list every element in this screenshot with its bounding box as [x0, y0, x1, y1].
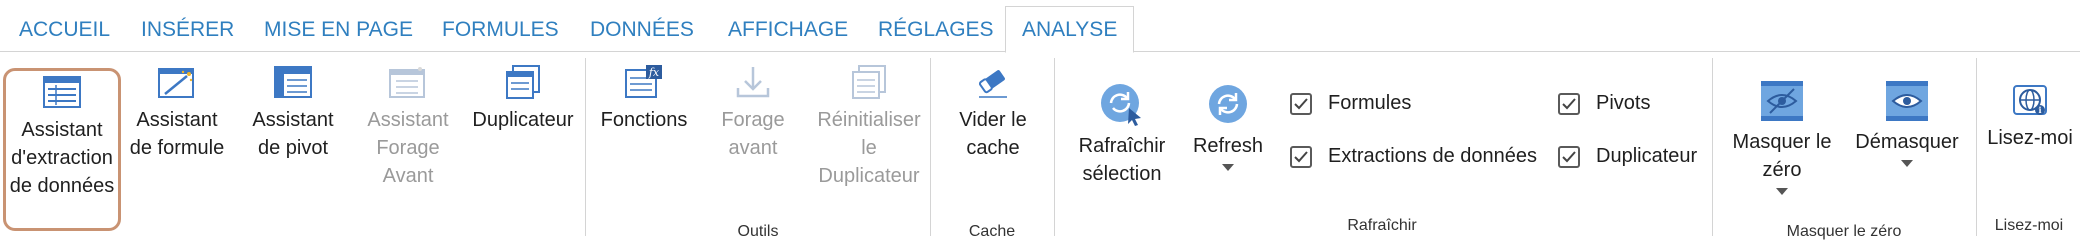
chevron-down-icon: [1901, 160, 1913, 167]
group-divider: [1976, 58, 1977, 236]
group-label-outils: Outils: [737, 223, 779, 240]
group-label-lisez-moi: Lisez-moi: [1994, 217, 2064, 234]
svg-text:fx: fx: [648, 66, 660, 79]
group-divider: [1054, 58, 1055, 236]
hide-zero-icon: [1761, 81, 1803, 121]
eraser-icon: [978, 70, 1007, 98]
data-extraction-label-1: Assistant: [21, 119, 103, 141]
functions-button[interactable]: fx Fonctions: [596, 64, 692, 134]
refresh-pivots-label: Pivots: [1596, 92, 1651, 114]
formula-wizard-label-1: Assistant: [136, 109, 218, 131]
refresh-formulas-label: Formules: [1328, 92, 1412, 114]
ribbon-tab-bar: ACCUEIL INSÉRER MISE EN PAGE FORMULES DO…: [0, 0, 2080, 53]
functions-label: Fonctions: [600, 109, 688, 131]
checkbox-checked-icon: [1558, 145, 1580, 168]
group-label-cache: Cache: [968, 223, 1016, 240]
group-divider: [930, 58, 931, 236]
clear-cache-label-2: cache: [966, 137, 1020, 159]
unhide-zero-label: Démasquer: [1855, 131, 1959, 153]
pivot-wizard-label-2: de pivot: [257, 137, 329, 159]
pivot-wizard-icon: [274, 66, 312, 98]
hide-zero-label-2: zéro: [1762, 159, 1802, 181]
chevron-down-icon: [1222, 164, 1234, 171]
ribbon-panel: Assistant d'extraction de données Assist…: [0, 52, 2080, 241]
tab-accueil[interactable]: ACCUEIL: [19, 0, 110, 52]
readme-icon: i: [2013, 85, 2047, 115]
hide-zero-label-1: Masquer le: [1732, 131, 1832, 153]
reset-duplicator-label-3: Duplicateur: [818, 165, 920, 187]
pivot-wizard-button[interactable]: Assistant de pivot: [243, 64, 343, 162]
pivot-wizard-label-1: Assistant: [252, 109, 334, 131]
drill-forward-wizard-label-3: Avant: [382, 165, 434, 187]
refresh-icon: [1209, 85, 1247, 123]
drill-forward-wizard-button[interactable]: Assistant Forage Avant: [356, 64, 460, 190]
checkbox-checked-icon: [1290, 92, 1312, 115]
formula-wizard-icon: [158, 68, 194, 98]
unhide-zero-button[interactable]: Démasquer: [1850, 80, 1964, 167]
checkbox-checked-icon: [1558, 92, 1580, 115]
checkbox-checked-icon: [1290, 145, 1312, 168]
refresh-selection-button[interactable]: Rafraîchir sélection: [1070, 82, 1174, 188]
tab-analyse[interactable]: ANALYSE: [1005, 6, 1135, 53]
chevron-down-icon: [1776, 188, 1788, 195]
duplicator-label: Duplicateur: [472, 109, 574, 131]
data-extraction-wizard-button[interactable]: Assistant d'extraction de données: [3, 68, 121, 231]
unhide-zero-icon: [1886, 81, 1928, 121]
clear-cache-button[interactable]: Vider le cache: [940, 64, 1046, 162]
refresh-selection-label-2: sélection: [1082, 163, 1162, 185]
group-label-rafraichir: Rafraîchir: [1347, 217, 1417, 234]
data-extraction-icon: [43, 76, 81, 108]
clear-cache-label-1: Vider le: [959, 109, 1027, 131]
group-label-masquer: Masquer le zéro: [1786, 223, 1902, 240]
tab-formules[interactable]: FORMULES: [442, 0, 559, 52]
tab-mise-en-page[interactable]: MISE EN PAGE: [264, 0, 413, 52]
duplicator-icon: [506, 65, 540, 99]
drill-forward-label-2: avant: [728, 137, 778, 159]
hide-zero-button[interactable]: Masquer le zéro: [1722, 80, 1842, 195]
tab-reglages[interactable]: RÉGLAGES: [878, 0, 994, 52]
drill-forward-wizard-label-2: Forage: [376, 137, 440, 159]
readme-button[interactable]: i Lisez-moi: [1982, 82, 2078, 152]
tab-affichage[interactable]: AFFICHAGE: [728, 0, 848, 52]
data-extraction-label-2: d'extraction: [11, 147, 113, 169]
reset-duplicator-button[interactable]: Réinitialiser le Duplicateur: [810, 64, 928, 190]
tab-donnees[interactable]: DONNÉES: [590, 0, 694, 52]
refresh-pivots-checkbox[interactable]: Pivots: [1558, 92, 1650, 115]
reset-duplicator-label-2: le: [861, 137, 877, 159]
refresh-dropdown-button[interactable]: Refresh: [1186, 82, 1270, 171]
tab-inserer[interactable]: INSÉRER: [141, 0, 234, 52]
refresh-duplicator-checkbox[interactable]: Duplicateur: [1558, 145, 1697, 168]
svg-text:i: i: [2038, 105, 2041, 115]
data-extraction-label-3: de données: [9, 175, 115, 197]
download-arrow-icon: [736, 67, 770, 98]
functions-icon: fx: [625, 65, 662, 98]
drill-forward-label-1: Forage: [721, 109, 785, 131]
refresh-extractions-label: Extractions de données: [1328, 145, 1538, 167]
reset-duplicator-label-1: Réinitialiser: [817, 109, 921, 131]
refresh-label: Refresh: [1192, 135, 1264, 157]
refresh-formulas-checkbox[interactable]: Formules: [1290, 92, 1411, 115]
reset-duplicator-icon: [852, 65, 886, 99]
refresh-selection-label-1: Rafraîchir: [1078, 135, 1166, 157]
refresh-selection-icon: [1101, 84, 1141, 126]
duplicator-button[interactable]: Duplicateur: [468, 64, 578, 134]
drill-forward-wizard-icon: [389, 67, 425, 98]
refresh-duplicator-label: Duplicateur: [1596, 145, 1698, 167]
group-divider: [585, 58, 586, 236]
formula-wizard-label-2: de formule: [129, 137, 225, 159]
formula-wizard-button[interactable]: Assistant de formule: [126, 64, 228, 162]
readme-label: Lisez-moi: [1987, 127, 2073, 149]
group-divider: [1712, 58, 1713, 236]
refresh-extractions-checkbox[interactable]: Extractions de données: [1290, 145, 1537, 168]
drill-forward-button[interactable]: Forage avant: [708, 64, 798, 162]
drill-forward-wizard-label-1: Assistant: [367, 109, 449, 131]
